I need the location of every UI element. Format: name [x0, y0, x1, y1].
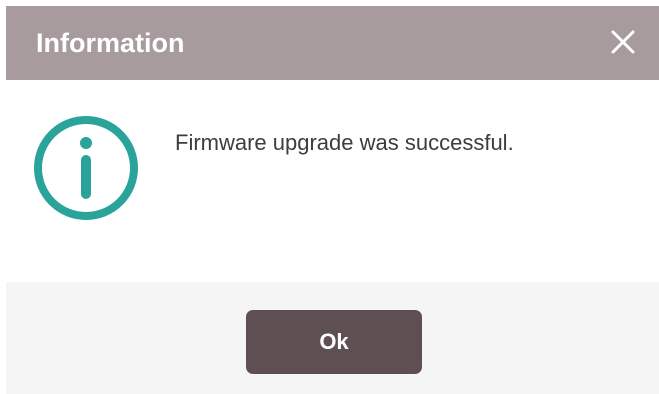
- information-dialog: Information Firmware upgrade was success…: [6, 6, 659, 394]
- dialog-body: Firmware upgrade was successful.: [6, 80, 659, 282]
- close-button[interactable]: [605, 24, 641, 60]
- dialog-title: Information: [36, 28, 185, 58]
- dialog-footer: Ok: [6, 282, 659, 394]
- dialog-message: Firmware upgrade was successful.: [175, 130, 514, 155]
- close-icon: [611, 30, 635, 54]
- ok-button[interactable]: Ok: [246, 310, 422, 374]
- dialog-titlebar: Information: [6, 6, 659, 80]
- info-icon: [34, 116, 138, 220]
